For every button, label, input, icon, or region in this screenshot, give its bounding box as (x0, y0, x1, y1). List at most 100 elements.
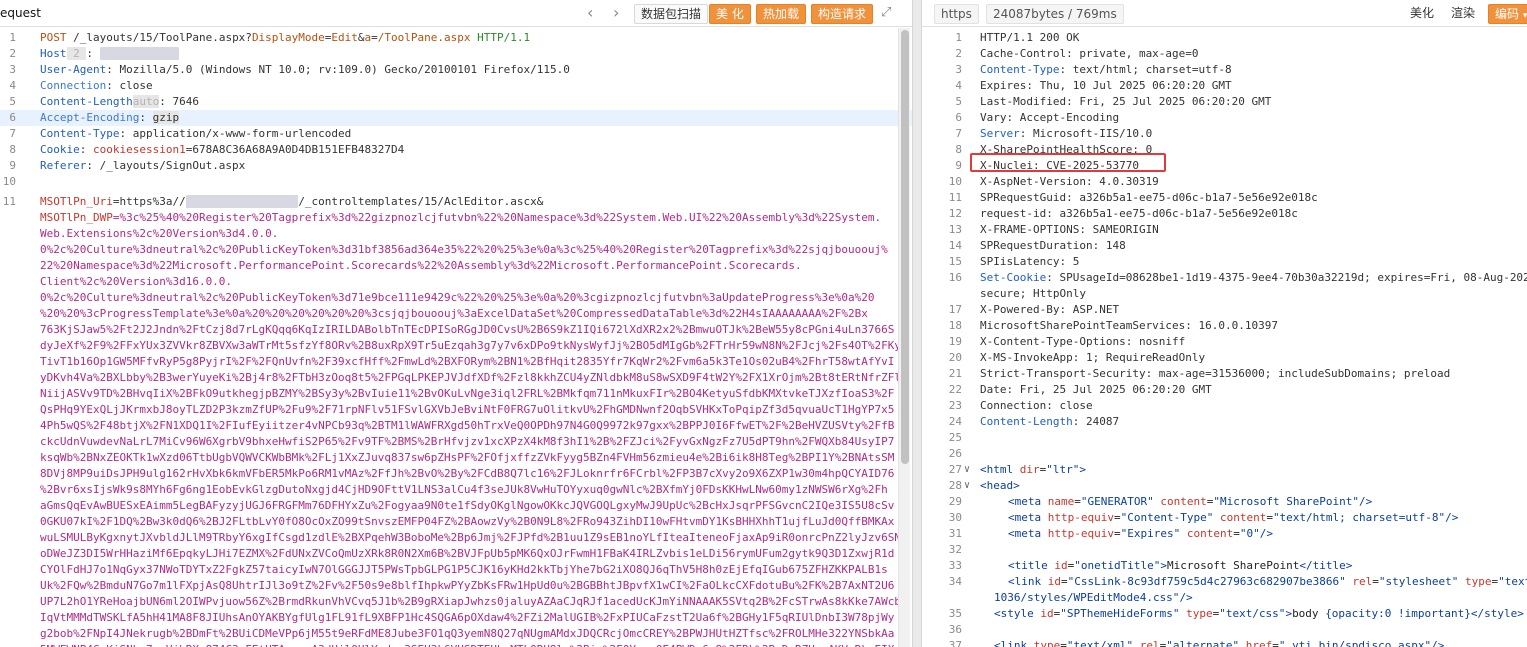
response-line[interactable]: 16 Set-Cookie: SPUsageId=08628be1-1d19-43… (922, 270, 1527, 286)
request-body-line[interactable]: %20%20%3cProgressTemplate%3e%0a%20%20%20… (0, 306, 912, 322)
request-body-line[interactable]: 8DVj8MP9uiDsJPH9ulg162rHvXbk6kmVFbER5MkP… (0, 466, 912, 482)
request-body-line[interactable]: 22%20Namespace%3d%22Microsoft.Performanc… (0, 258, 912, 274)
request-body-line[interactable]: MSOTlPn_DWP=%3c%25%40%20Register%20Tagpr… (0, 210, 912, 226)
response-line-code: Last-Modified: Fri, 25 Jul 2025 06:20:20… (980, 94, 1271, 110)
request-line[interactable]: 10 (0, 174, 912, 190)
response-line[interactable]: 26 (922, 446, 1527, 462)
response-line[interactable]: 5 Last-Modified: Fri, 25 Jul 2025 06:20:2… (922, 94, 1527, 110)
request-line[interactable]: 5 Content-Lengthauto: 7646 (0, 94, 912, 110)
response-line[interactable]: 36 (922, 622, 1527, 638)
request-body-line[interactable]: oDWeJZ3DI5WrHHaziMf6EpqkyLJHi7EZMX%2FdUN… (0, 546, 912, 562)
request-line[interactable]: 7 Content-Type: application/x-www-form-ur… (0, 126, 912, 142)
request-body-line[interactable]: TivT1b16Op1GW5MFfvRyP5g8PyjrI%2F%2FQnUvf… (0, 354, 912, 370)
packet-scan-button[interactable]: 数据包扫描 (634, 4, 709, 24)
chevron-right-icon[interactable]: › (613, 3, 619, 23)
response-line[interactable]: 3 Content-Type: text/html; charset=utf-8 (922, 62, 1527, 78)
response-editor[interactable]: 1 HTTP/1.1 200 OK 2 Cache-Control: private,… (922, 28, 1527, 647)
request-scrollbar[interactable] (898, 28, 910, 647)
request-body-line[interactable]: ksqWb%2BNxZEOKTk1wXzd06TtbUgbVQWVCKWbBMk… (0, 450, 912, 466)
response-line[interactable]: 15 SPIisLatency: 5 (922, 254, 1527, 270)
beautify-button[interactable]: 美 化 (709, 4, 751, 24)
request-body-line[interactable]: aGmsQqEvAwBUESxEAimm5LegBAFyzyjUGJ6FRGFM… (0, 498, 912, 514)
request-body-line[interactable]: dyJeXf%2F9%2FFxYUx3ZVVkr8ZBVXw3aWTrMt5sf… (0, 338, 912, 354)
response-line[interactable]: 33 <title id="onetidTitle">Microsoft Shar… (922, 558, 1527, 574)
https-badge[interactable]: https (934, 4, 979, 24)
request-editor[interactable]: 1 POST /_layouts/15/ToolPane.aspx?Display… (0, 28, 912, 647)
request-body-line[interactable]: g2bob%2FNpI4JNekrugb%2BDmFt%2BUiCDMeVPp6… (0, 626, 912, 642)
request-line[interactable]: 4 Connection: close (0, 78, 912, 94)
panel-splitter[interactable] (912, 0, 922, 647)
response-line[interactable]: 10 X-AspNet-Version: 4.0.30319 (922, 174, 1527, 190)
response-line[interactable]: secure; HttpOnly (922, 286, 1527, 302)
response-line[interactable]: 27 ∨ <html dir="ltr"> (922, 462, 1527, 478)
response-line[interactable]: 9 X-Nuclei: CVE-2025-53770 (922, 158, 1527, 174)
response-line[interactable]: 34 <link id="CssLink-8c93df759c5d4c27963c… (922, 574, 1527, 590)
request-body-line[interactable]: Uk%2FQw%2BmduN7Go7m1lFXpjAsQ8UhtrIJl3o9t… (0, 578, 912, 594)
response-beautify-button[interactable]: 美化 (1404, 4, 1440, 24)
response-line[interactable]: 29 <meta name="GENERATOR" content="Micros… (922, 494, 1527, 510)
request-body-line[interactable]: Client%2c%20Version%3d16.0.0. (0, 274, 912, 290)
response-line[interactable]: 32 (922, 542, 1527, 558)
request-body-line[interactable]: 763KjSJaw5%2Ft2J2Jndn%2FtCzj8d7rLgKQqq6K… (0, 322, 912, 338)
response-line[interactable]: 37 <link type="text/xml" rel="alternate" … (922, 638, 1527, 647)
response-line[interactable]: 14 SPRequestDuration: 148 (922, 238, 1527, 254)
response-line[interactable]: 6 Vary: Accept-Encoding (922, 110, 1527, 126)
response-line[interactable]: 7 Server: Microsoft-IIS/10.0 (922, 126, 1527, 142)
line-number: 4 (9, 79, 16, 92)
response-line[interactable]: 19 X-Content-Type-Options: nosniff (922, 334, 1527, 350)
request-body-line[interactable]: ckcUdnVuwdevNaLrL7MiCv96W6XgrbV9bhxeHwfi… (0, 434, 912, 450)
request-body-line[interactable]: wuLSMULByKgxnytJXvbldJLlM9TRbyY6xgIfCsgd… (0, 530, 912, 546)
request-line[interactable]: 6 Accept-Encoding: gzip (0, 110, 912, 126)
request-line[interactable]: 2 Host 2 : xxxxxxxxxxxx (0, 46, 912, 62)
response-line[interactable]: 11 SPRequestGuid: a326b5a1-ee75-d06c-b1a7… (922, 190, 1527, 206)
request-body-line[interactable]: IqVtMMMdTWSKLfA5hH41MA8F8JIUhsAnOYAKBYgf… (0, 610, 912, 626)
request-line[interactable]: 8 Cookie: cookiesession1=678A8C36A68A9A0D… (0, 142, 912, 158)
response-line[interactable]: 20 X-MS-InvokeApp: 1; RequireReadOnly (922, 350, 1527, 366)
request-line[interactable]: 1 POST /_layouts/15/ToolPane.aspx?Display… (0, 30, 912, 46)
response-line[interactable]: 35 <style id="SPThemeHideForms" type="tex… (922, 606, 1527, 622)
build-request-button[interactable]: 构造请求 (811, 4, 874, 24)
request-body-line[interactable]: NiijASVv9TD%2BHvqIiX%2BFkO9utkhegjpBZMY%… (0, 386, 912, 402)
hot-load-button[interactable]: 热加载 (756, 4, 807, 24)
fold-chevron-icon[interactable]: ∨ (964, 478, 970, 494)
encoding-button[interactable]: 编码 ▾ (1488, 4, 1527, 24)
request-body-line[interactable]: 5MWEWNP4GgKiSNbp7psVjbRXm874C3zFEtHTAqrw… (0, 642, 912, 647)
request-line[interactable]: 9 Referer: /_layouts/SignOut.aspx (0, 158, 912, 174)
request-body-line[interactable]: CYOlFdHJ7o1NqGyx37NWoTDYTxZ2FgkZ57taicyI… (0, 562, 912, 578)
response-line[interactable]: 23 Connection: close (922, 398, 1527, 414)
response-line[interactable]: 8 X-SharePointHealthScore: 0 (922, 142, 1527, 158)
request-line[interactable]: 3 User-Agent: Mozilla/5.0 (Windows NT 10.… (0, 62, 912, 78)
request-body-line[interactable]: UP7L2hO1YReHoajbUN6ml2OIWPvjuow56Z%2Brmd… (0, 594, 912, 610)
response-line[interactable]: 22 Date: Fri, 25 Jul 2025 06:20:20 GMT (922, 382, 1527, 398)
response-line[interactable]: 17 X-Powered-By: ASP.NET (922, 302, 1527, 318)
chevron-left-icon[interactable]: ‹ (587, 3, 593, 23)
request-body-line[interactable]: 4Ph5wQS%2F48btjX%2FN1XDQ1I%2FIufEyiitzer… (0, 418, 912, 434)
request-body-line[interactable]: Web.Extensions%2c%20Version%3d4.0.0. (0, 226, 912, 242)
render-button[interactable]: 渲染 (1445, 4, 1481, 24)
request-body-line[interactable]: 0%2c%20Culture%3dneutral%2c%20PublicKeyT… (0, 290, 912, 306)
response-line[interactable]: 4 Expires: Thu, 10 Jul 2025 06:20:20 GMT (922, 78, 1527, 94)
request-body-line[interactable]: QsPHq9YExQLjJKrmxbJ8oyTLZD2P3kzmZfUP%2Fu… (0, 402, 912, 418)
response-line[interactable]: 30 <meta http-equiv="Content-Type" conten… (922, 510, 1527, 526)
response-line[interactable]: 13 X-FRAME-OPTIONS: SAMEORIGIN (922, 222, 1527, 238)
expand-icon[interactable]: ⤢ (881, 3, 891, 23)
request-body-line[interactable]: 0GKU07kI%2F1DQ%2Bw3k0dQ6%2BJ2FLtbLvY0fO8… (0, 514, 912, 530)
request-body-line[interactable]: yDKvh4Va%2BXLbby%2B3werYuyeKi%2Bj4r8%2FT… (0, 370, 912, 386)
response-line[interactable]: 1 HTTP/1.1 200 OK (922, 30, 1527, 46)
response-line[interactable]: 18 MicrosoftSharePointTeamServices: 16.0.… (922, 318, 1527, 334)
response-line[interactable]: 28 ∨ <head> (922, 478, 1527, 494)
response-line[interactable]: 31 <meta http-equiv="Expires" content="0"… (922, 526, 1527, 542)
code-token: : application/x-www-form-urlencoded (119, 127, 352, 140)
request-body-line[interactable]: 0%2c%20Culture%3dneutral%2c%20PublicKeyT… (0, 242, 912, 258)
response-toolbar: https 24087bytes / 769ms 美化 渲染 编码 ▾ (922, 0, 1527, 27)
response-line[interactable]: 21 Strict-Transport-Security: max-age=315… (922, 366, 1527, 382)
request-line[interactable]: 11 MSOTlPn_Uri=https%3a//xxxxxxxxxxxxxxxx… (0, 194, 912, 210)
response-line[interactable]: 25 (922, 430, 1527, 446)
response-line[interactable]: 12 request-id: a326b5a1-ee75-d06c-b1a7-5e… (922, 206, 1527, 222)
request-scrollbar-thumb[interactable] (901, 30, 909, 464)
response-line[interactable]: 1036/styles/WPEditMode4.css"/> (922, 590, 1527, 606)
response-line[interactable]: 2 Cache-Control: private, max-age=0 (922, 46, 1527, 62)
fold-chevron-icon[interactable]: ∨ (964, 462, 970, 478)
request-body-line[interactable]: %2Bvr6xsIjsWk9s8MYh6Fg6ng1EobEvkGlzgDuto… (0, 482, 912, 498)
response-line[interactable]: 24 Content-Length: 24087 (922, 414, 1527, 430)
